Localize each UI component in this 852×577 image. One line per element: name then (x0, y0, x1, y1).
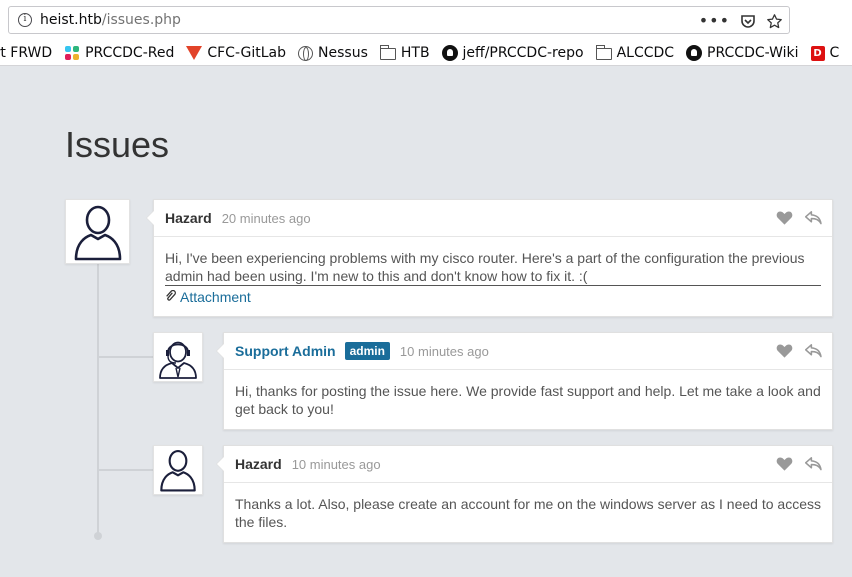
bookmark-label: ort FRWD (0, 45, 53, 61)
bookmark-ort-frwd[interactable]: ort FRWD (0, 43, 52, 63)
user-avatar (65, 199, 130, 264)
like-heart-icon[interactable] (776, 456, 793, 475)
post-author: Hazard (235, 456, 282, 472)
attachment-link[interactable]: Attachment (165, 288, 821, 306)
bookmark-prccdc-wiki[interactable]: PRCCDC-Wiki (686, 43, 799, 63)
timeline-branch (98, 356, 153, 358)
issue-post: Hazard 20 minutes ago Hi, I've been expe… (146, 199, 833, 317)
bookmark-label: PRCCDC-Wiki (707, 45, 799, 61)
like-heart-icon[interactable] (776, 210, 793, 229)
info-icon[interactable]: i (18, 13, 32, 27)
folder-icon (595, 45, 612, 60)
bookmark-nessus[interactable]: Nessus (298, 43, 368, 63)
timeline-line (97, 264, 99, 536)
bookmark-label: ALCCDC (616, 45, 675, 61)
bookmarks-toolbar: ort FRWD PRCCDC-Red CFC-GitLab Nessus HT… (0, 40, 852, 66)
globe-icon (298, 45, 314, 61)
paperclip-icon (165, 288, 176, 306)
page-actions-icon[interactable]: ••• (699, 13, 730, 29)
reply-icon[interactable] (804, 456, 822, 475)
bookmark-prccdc-red[interactable]: PRCCDC-Red (64, 43, 174, 63)
issue-reply: Hazard 10 minutes ago Thanks a lot. Also… (216, 445, 833, 543)
bookmark-label: CFC-GitLab (207, 45, 287, 61)
post-author[interactable]: Support Admin (235, 343, 336, 359)
post-text: Hi, I've been experiencing problems with… (165, 249, 821, 286)
gitlab-icon (186, 46, 203, 60)
timeline-end-dot (94, 532, 102, 540)
post-time: 20 minutes ago (221, 210, 311, 226)
url-host: heist.htb (40, 12, 102, 28)
red-d-icon: D (810, 45, 825, 61)
issue-reply: Support Admin admin 10 minutes ago Hi, t… (216, 332, 833, 430)
url-path: /issues.php (101, 12, 181, 28)
bookmark-prccdc-repo[interactable]: jeff/PRCCDC-repo (441, 43, 584, 63)
bookmark-label: HTB (400, 45, 430, 61)
bookmark-c[interactable]: D C (810, 43, 840, 63)
bookmark-cfc-gitlab[interactable]: CFC-GitLab (186, 43, 286, 63)
support-agent-icon (159, 341, 197, 379)
reply-icon[interactable] (804, 210, 822, 229)
like-heart-icon[interactable] (776, 343, 793, 362)
github-icon (686, 45, 703, 61)
bookmark-label: C (829, 45, 840, 61)
folder-icon (379, 45, 396, 60)
attachment-label: Attachment (180, 289, 251, 305)
bookmark-star-icon[interactable] (766, 13, 783, 30)
post-author: Hazard (165, 210, 212, 226)
slack-icon (64, 45, 80, 61)
browser-toolbar: i heist.htb/issues.php ••• (0, 0, 852, 40)
post-time: 10 minutes ago (291, 456, 381, 472)
post-time: 10 minutes ago (399, 343, 489, 359)
pocket-icon[interactable] (740, 13, 756, 29)
user-icon (74, 205, 121, 260)
post-text: Hi, thanks for posting the issue here. W… (235, 383, 821, 417)
timeline-branch (98, 469, 153, 471)
github-icon (441, 45, 458, 61)
admin-badge: admin (344, 342, 390, 360)
url-text[interactable]: heist.htb/issues.php (40, 12, 181, 28)
post-text: Thanks a lot. Also, please create an acc… (235, 496, 821, 530)
bookmark-alccdc[interactable]: ALCCDC (595, 43, 675, 63)
support-avatar (153, 332, 203, 382)
user-avatar (153, 445, 203, 495)
user-icon (160, 449, 196, 492)
bookmark-label: PRCCDC-Red (85, 45, 175, 61)
url-bar[interactable]: i heist.htb/issues.php ••• (8, 6, 790, 34)
bookmark-htb[interactable]: HTB (379, 43, 430, 63)
page-title: Issues (65, 124, 170, 165)
reply-icon[interactable] (804, 343, 822, 362)
bookmark-label: jeff/PRCCDC-repo (462, 45, 584, 61)
bookmark-label: Nessus (318, 45, 368, 61)
